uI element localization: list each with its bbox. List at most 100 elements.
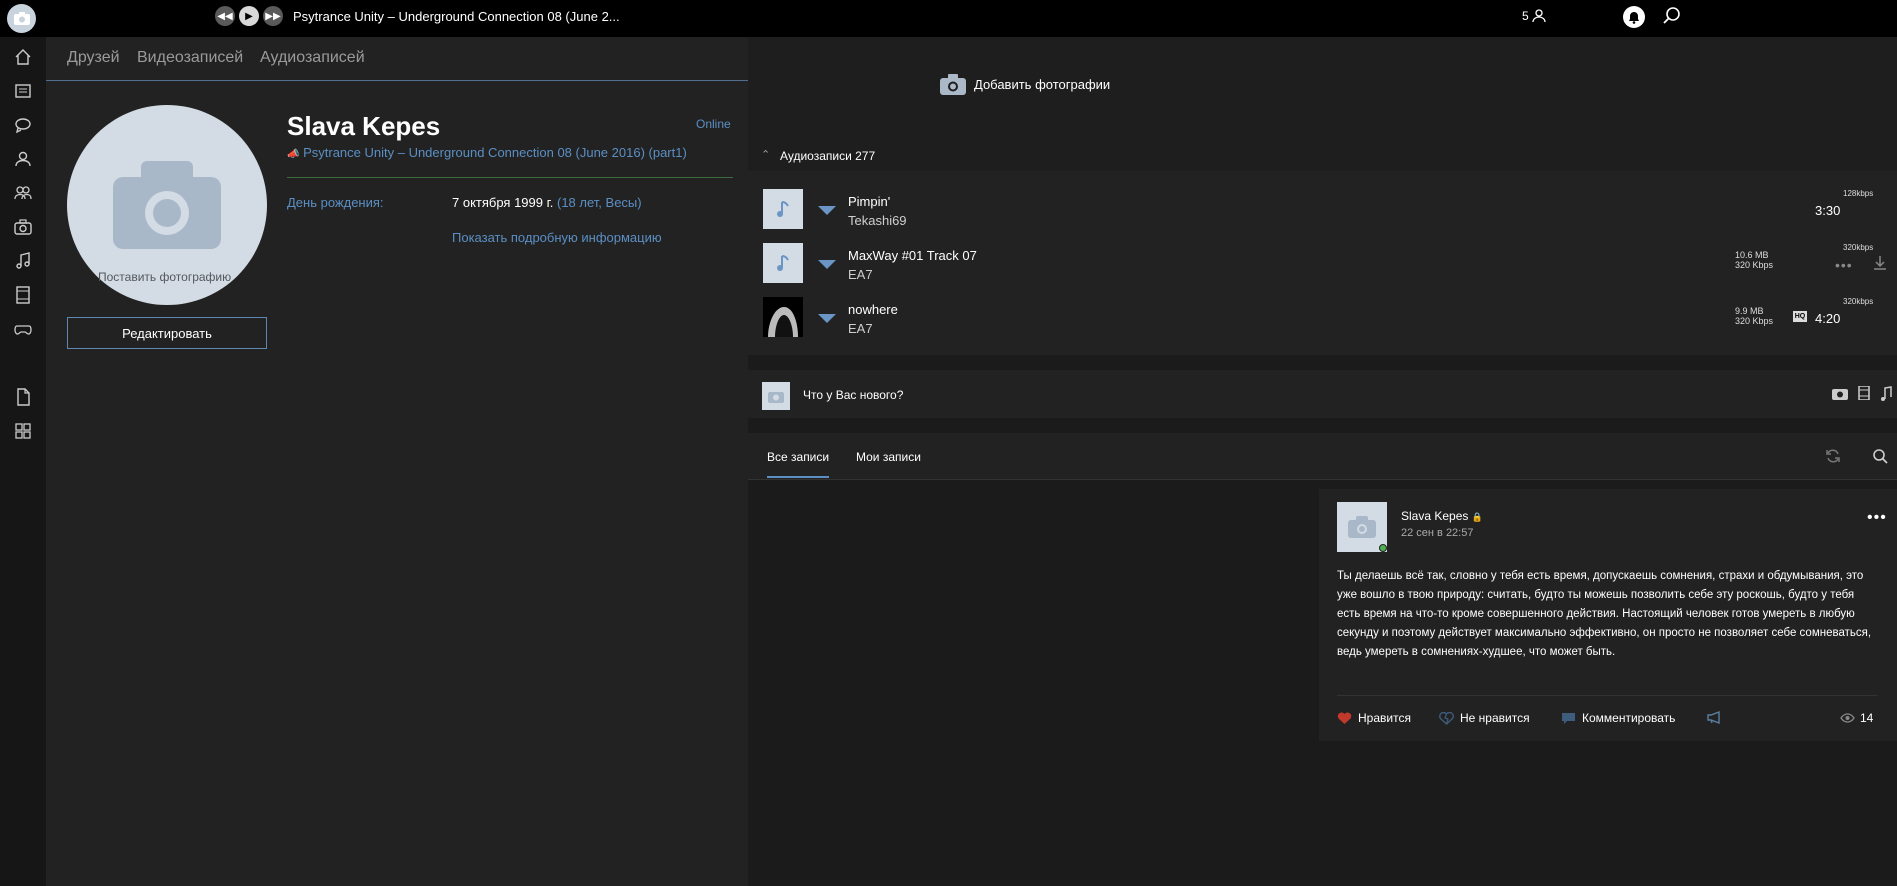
- now-playing-title[interactable]: Psytrance Unity – Underground Connection…: [293, 9, 620, 24]
- tab-videos[interactable]: Видеозаписей: [137, 49, 243, 67]
- games-icon[interactable]: [12, 318, 34, 340]
- track-title: Pimpin': [848, 194, 891, 209]
- track-bitrate: 320kbps: [1843, 297, 1874, 306]
- comment-label: Комментировать: [1582, 711, 1676, 725]
- chevron-down-icon[interactable]: [818, 314, 836, 323]
- birthday-extra[interactable]: (18 лет, Весы): [557, 195, 642, 210]
- messages-icon[interactable]: [12, 114, 34, 136]
- search-icon[interactable]: [1662, 6, 1682, 31]
- add-photos-label: Добавить фотографии: [974, 77, 1111, 92]
- video-icon[interactable]: [12, 284, 34, 306]
- logo-icon[interactable]: [7, 4, 36, 33]
- audio-track[interactable]: nowhere EA7 320kbps 9.9 MB 320 Kbps HQ 4:…: [763, 297, 1893, 341]
- camera-icon[interactable]: [1832, 386, 1848, 407]
- documents-icon[interactable]: [12, 386, 34, 408]
- megaphone-icon: 📣: [287, 149, 300, 160]
- photos-icon[interactable]: [12, 216, 34, 238]
- photos-section: Добавить фотографии: [748, 37, 1897, 137]
- home-icon[interactable]: [12, 46, 34, 68]
- friends-counter[interactable]: 5: [1522, 9, 1546, 23]
- camera-icon: [113, 161, 221, 249]
- tab-audios[interactable]: Аудиозаписей: [260, 49, 365, 67]
- post-composer[interactable]: Что у Вас нового?: [748, 370, 1897, 418]
- track-artist[interactable]: Tekashi69: [848, 213, 907, 228]
- track-artist[interactable]: EA7: [848, 321, 873, 336]
- audio-header[interactable]: ⌃ Аудиозаписи 277: [748, 137, 1897, 171]
- video-icon[interactable]: [1858, 385, 1870, 407]
- profile-icon[interactable]: [12, 148, 34, 170]
- track-bitrate: 128kbps: [1843, 189, 1874, 198]
- views-counter: 14: [1840, 711, 1873, 725]
- previous-track-icon[interactable]: ◀◀: [215, 6, 235, 26]
- track-duration: 3:30: [1815, 203, 1841, 218]
- post-author-name[interactable]: Slava Kepes: [1401, 509, 1468, 523]
- refresh-icon[interactable]: [1825, 448, 1841, 469]
- audio-track[interactable]: MaxWay #01 Track 07 EA7 320kbps 10.6 MB 3…: [763, 243, 1893, 287]
- play-icon[interactable]: ▶: [239, 6, 259, 26]
- add-photos-button[interactable]: Добавить фотографии: [940, 74, 1110, 95]
- avatar-caption: Поставить фотографию: [98, 270, 232, 284]
- more-options-icon[interactable]: •••: [1867, 509, 1887, 527]
- apps-icon[interactable]: [12, 420, 34, 442]
- composer-attachments: [1832, 385, 1892, 407]
- online-indicator: [1379, 544, 1387, 552]
- groups-icon[interactable]: [12, 182, 34, 204]
- news-icon[interactable]: [12, 80, 34, 102]
- eye-icon: [1840, 713, 1855, 723]
- birthday-label: День рождения:: [287, 195, 384, 210]
- comment-button[interactable]: Комментировать: [1561, 711, 1675, 725]
- music-icon[interactable]: [12, 250, 34, 272]
- track-size-info: 10.6 MB 320 Kbps: [1735, 250, 1773, 270]
- views-count: 14: [1860, 711, 1874, 725]
- dislike-label: Не нравится: [1460, 711, 1530, 725]
- tab-friends[interactable]: Друзей: [67, 49, 120, 67]
- post-time[interactable]: 22 сен в 22:57: [1401, 527, 1473, 539]
- chevron-down-icon[interactable]: [818, 206, 836, 215]
- post-author[interactable]: Slava Kepes 🔒: [1401, 509, 1483, 523]
- dislike-button[interactable]: Не нравится: [1439, 711, 1530, 725]
- track-title: nowhere: [848, 302, 898, 317]
- camera-icon: [940, 74, 966, 95]
- like-button[interactable]: Нравится: [1337, 711, 1411, 725]
- user-icon: [1532, 9, 1546, 23]
- profile-tabs: Друзей Видеозаписей Аудиозаписей: [46, 37, 748, 81]
- show-more-info-link[interactable]: Показать подробную информацию: [452, 230, 662, 245]
- megaphone-icon: [1707, 711, 1720, 724]
- profile-status[interactable]: 📣 Psytrance Unity – Underground Connecti…: [287, 145, 687, 160]
- audio-player-controls: ◀◀ ▶ ▶▶: [215, 6, 283, 26]
- birthday-date: 7 октября 1999 г.: [452, 195, 557, 210]
- status-track[interactable]: Psytrance Unity – Underground Connection…: [303, 145, 687, 160]
- tab-all-posts[interactable]: Все записи: [767, 450, 830, 478]
- share-button[interactable]: [1707, 711, 1722, 724]
- divider: [287, 177, 733, 178]
- top-bar: ◀◀ ▶ ▶▶ Psytrance Unity – Underground Co…: [0, 0, 1897, 37]
- audio-track[interactable]: Pimpin' Tekashi69 128kbps 3:30: [763, 189, 1893, 233]
- broken-heart-icon: [1439, 711, 1454, 725]
- track-size: 9.9 MB: [1735, 306, 1764, 316]
- audio-title: Аудиозаписи 277: [780, 149, 876, 163]
- album-cover[interactable]: [763, 297, 803, 337]
- track-artist[interactable]: EA7: [848, 267, 873, 282]
- notifications-bell-icon[interactable]: [1623, 6, 1645, 28]
- feed-tabs: Все записи Мои записи: [748, 433, 1897, 480]
- search-icon[interactable]: [1872, 448, 1888, 469]
- music-note-icon[interactable]: [763, 189, 803, 229]
- next-track-icon[interactable]: ▶▶: [263, 6, 283, 26]
- music-icon[interactable]: [1880, 386, 1892, 407]
- download-icon[interactable]: [1873, 255, 1887, 276]
- music-note-icon[interactable]: [763, 243, 803, 283]
- post-actions: Нравится Не нравится Комментировать 14: [1337, 711, 1877, 731]
- profile-name: Slava Kepes: [287, 111, 441, 141]
- tab-my-posts[interactable]: Мои записи: [856, 450, 921, 464]
- avatar: [762, 382, 790, 410]
- like-label: Нравится: [1358, 711, 1411, 725]
- content-area: Добавить фотографии ⌃ Аудиозаписи 277 Pi…: [748, 37, 1897, 886]
- edit-profile-button[interactable]: Редактировать: [67, 317, 267, 349]
- heart-icon: [1337, 712, 1352, 724]
- chevron-down-icon[interactable]: [818, 260, 836, 269]
- more-icon[interactable]: •••: [1835, 257, 1853, 273]
- track-size: 10.6 MB: [1735, 250, 1769, 260]
- composer-input[interactable]: Что у Вас нового?: [803, 388, 903, 402]
- chevron-up-icon[interactable]: ⌃: [761, 148, 770, 161]
- post-text: Ты делаешь всё так, словно у тебя есть в…: [1337, 570, 1872, 658]
